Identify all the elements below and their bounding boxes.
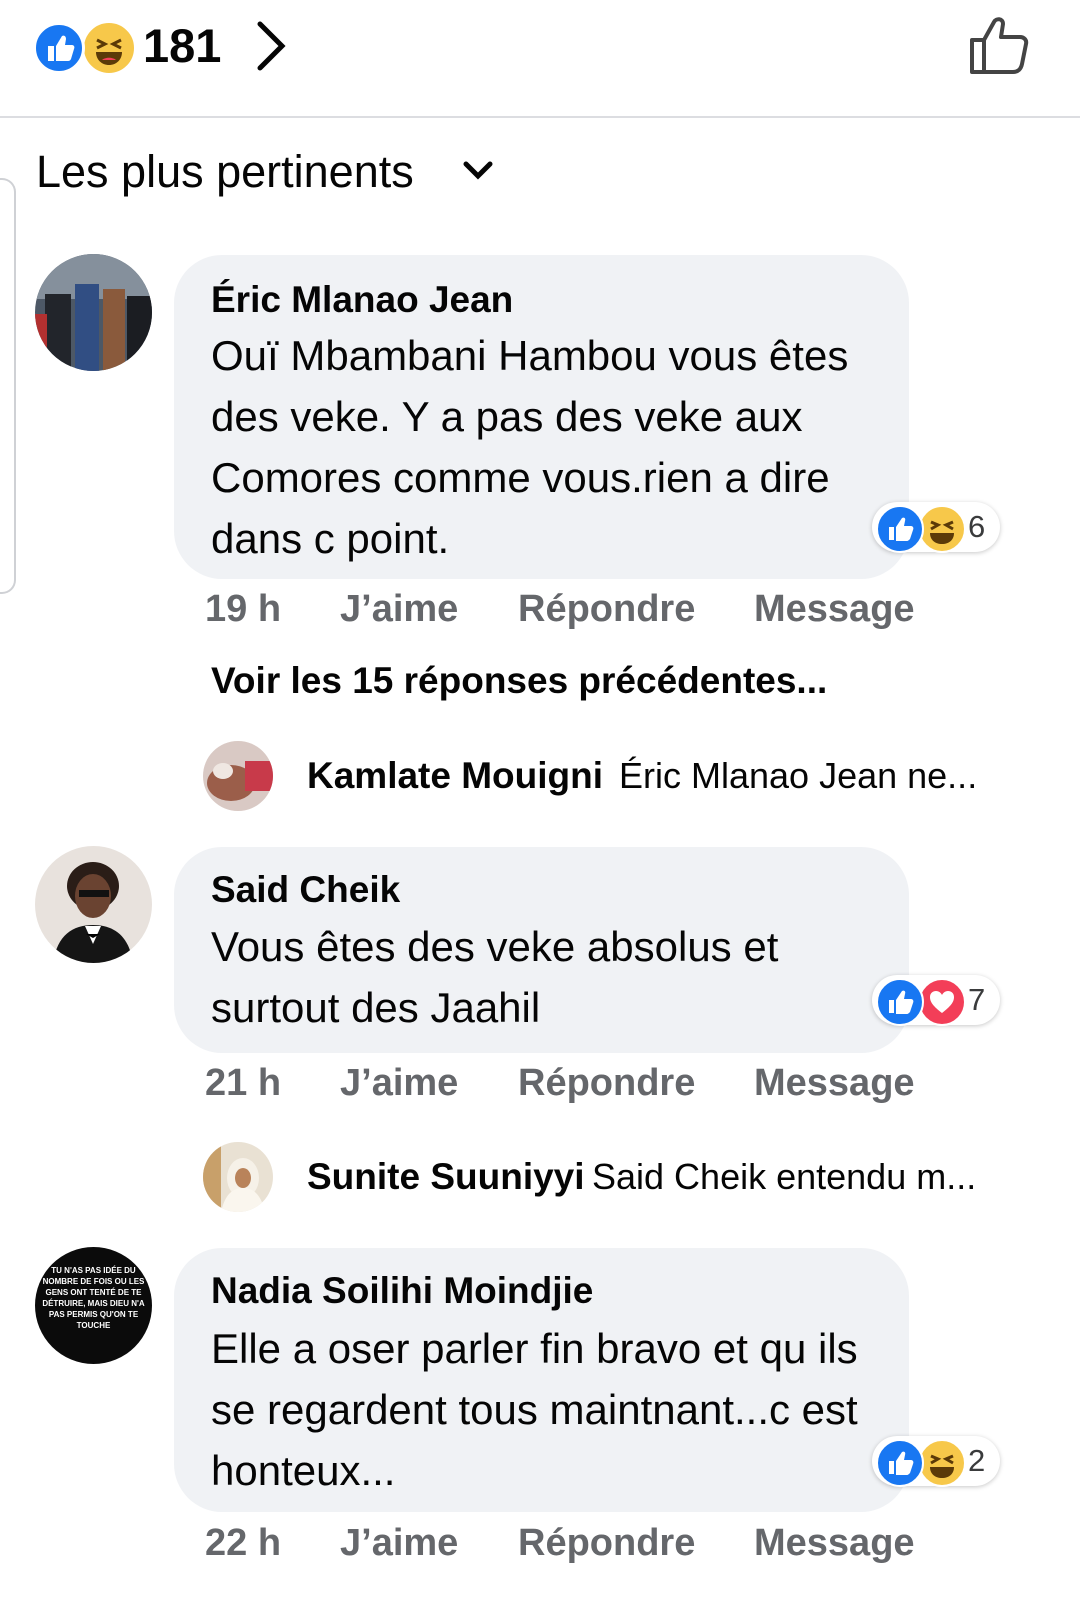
avatar[interactable]: TU N'AS PAS IDÉE DU NOMBRE DE FOIS OU LE… xyxy=(35,1247,152,1364)
like-button[interactable]: J’aime xyxy=(340,1058,458,1108)
avatar-quote-text: TU N'AS PAS IDÉE DU NOMBRE DE FOIS OU LE… xyxy=(42,1266,145,1330)
comment-reactions[interactable]: 7 xyxy=(872,975,1000,1026)
edge-divider xyxy=(0,178,16,594)
like-icon xyxy=(876,978,924,1026)
reactions-header: 181 xyxy=(0,0,1080,118)
reaction-count: 2 xyxy=(968,1443,986,1478)
reply-preview[interactable]: Éric Mlanao Jean ne... xyxy=(619,751,977,801)
like-button[interactable]: J’aime xyxy=(340,1518,458,1568)
reply-preview[interactable]: Said Cheik entendu m... xyxy=(592,1152,976,1202)
avatar[interactable] xyxy=(35,846,152,963)
comment-text: Vous êtes des veke absolus et surtout de… xyxy=(211,923,779,1031)
reaction-count: 7 xyxy=(968,982,986,1017)
reply-button[interactable]: Répondre xyxy=(518,584,695,634)
reply-button[interactable]: Répondre xyxy=(518,1518,695,1568)
avatar[interactable] xyxy=(35,254,152,371)
like-button[interactable]: J’aime xyxy=(340,584,458,634)
comment-reactions[interactable]: 2 xyxy=(872,1436,1000,1487)
comment-text: Elle a oser parler fin bravo et qu ils s… xyxy=(211,1325,858,1494)
haha-icon xyxy=(918,1439,966,1487)
comment-author[interactable]: Said Cheik xyxy=(211,867,400,913)
reply-button[interactable]: Répondre xyxy=(518,1058,695,1108)
reply-avatar[interactable] xyxy=(203,1142,273,1212)
like-icon[interactable] xyxy=(33,22,85,74)
view-previous-replies[interactable]: Voir les 15 réponses précédentes... xyxy=(211,656,827,706)
comment-time[interactable]: 19 h xyxy=(205,584,281,634)
comment-bubble: Said Cheik Vous êtes des veke absolus et… xyxy=(174,847,909,1053)
sort-label[interactable]: Les plus pertinents xyxy=(36,144,414,200)
like-icon xyxy=(876,505,924,553)
haha-icon xyxy=(918,505,966,553)
chevron-down-icon[interactable] xyxy=(461,158,495,184)
comment-bubble: Éric Mlanao Jean Ouï Mbambani Hambou vou… xyxy=(174,255,909,579)
comment-author[interactable]: Éric Mlanao Jean xyxy=(211,277,513,323)
message-button[interactable]: Message xyxy=(754,1058,915,1108)
comment-author[interactable]: Nadia Soilihi Moindjie xyxy=(211,1268,593,1314)
like-icon xyxy=(876,1439,924,1487)
love-icon xyxy=(918,978,966,1026)
comment-time[interactable]: 21 h xyxy=(205,1058,281,1108)
haha-icon[interactable] xyxy=(81,20,137,76)
comment-bubble: Nadia Soilihi Moindjie Elle a oser parle… xyxy=(174,1248,909,1512)
chevron-right-icon[interactable] xyxy=(252,18,294,74)
comment-reactions[interactable]: 6 xyxy=(872,502,1000,553)
reply-avatar[interactable] xyxy=(203,741,273,811)
comment-time[interactable]: 22 h xyxy=(205,1518,281,1568)
reply-author[interactable]: Sunite Suuniyyi xyxy=(307,1152,585,1202)
reaction-count: 6 xyxy=(968,509,986,544)
reply-author[interactable]: Kamlate Mouigni xyxy=(307,751,603,801)
message-button[interactable]: Message xyxy=(754,1518,915,1568)
message-button[interactable]: Message xyxy=(754,584,915,634)
comment-text: Ouï Mbambani Hambou vous êtes des veke. … xyxy=(211,332,849,562)
reaction-count[interactable]: 181 xyxy=(143,14,221,78)
thumbs-up-outline-icon[interactable] xyxy=(968,14,1034,76)
